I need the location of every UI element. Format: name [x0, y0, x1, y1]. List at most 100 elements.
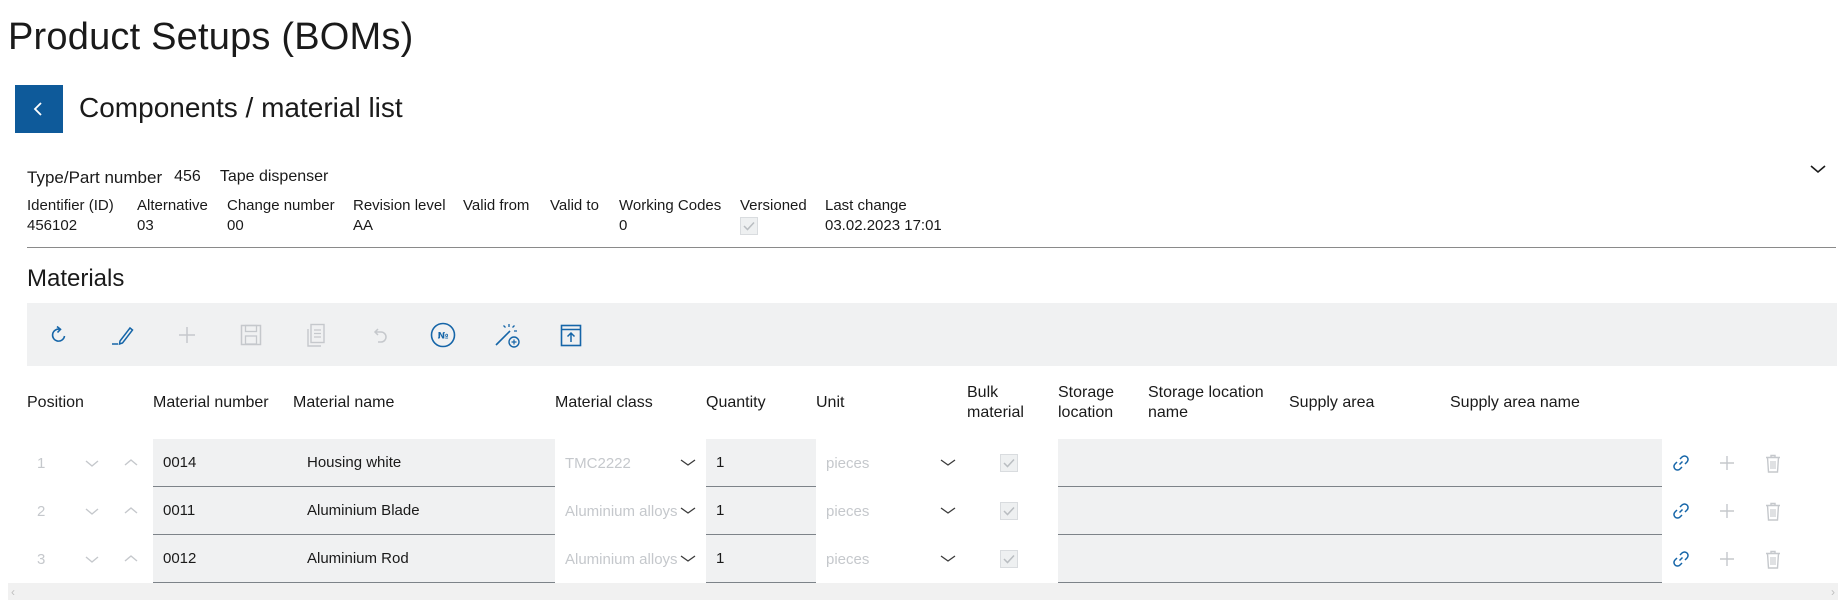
col-storage-location-name[interactable]: Storage location name: [1148, 383, 1264, 423]
chevron-left-icon: [33, 102, 42, 116]
meta-value: AA: [353, 217, 374, 234]
part-label: Type/Part number: [27, 168, 163, 187]
material-number-value: 0014: [163, 454, 197, 471]
copy-button[interactable]: [300, 320, 330, 350]
meta-working-codes: Working Codes 0: [619, 197, 721, 234]
meta-valid-to: Valid to: [550, 197, 599, 217]
unit-chevron-icon[interactable]: [937, 548, 959, 570]
material-class-chevron-icon[interactable]: [677, 500, 699, 522]
meta-identifier: Identifier (ID) 456102: [27, 197, 114, 234]
move-up-icon[interactable]: [120, 548, 142, 570]
storage-location-field[interactable]: [1058, 535, 1662, 583]
part-name: Tape dispenser: [219, 168, 329, 185]
unit-chevron-icon[interactable]: [937, 452, 959, 474]
scroll-left-arrow-icon[interactable]: ‹: [11, 585, 15, 599]
move-down-icon[interactable]: [81, 452, 103, 474]
col-material-number[interactable]: Material number: [153, 393, 269, 413]
copy-icon: [307, 323, 325, 347]
col-material-class[interactable]: Material class: [555, 393, 653, 413]
section-subtitle: Components / material list: [79, 92, 403, 123]
bulk-material-checkbox: [998, 452, 1020, 474]
storage-location-field[interactable]: [1058, 439, 1662, 487]
meta-alternative: Alternative 03: [137, 197, 208, 234]
link-icon[interactable]: [1670, 500, 1692, 522]
position-value: 3: [37, 550, 46, 568]
meta-change-number: Change number 00: [227, 197, 335, 234]
meta-label: Valid from: [463, 197, 530, 214]
material-number-value: 0012: [163, 550, 197, 567]
unit-value: pieces: [826, 502, 870, 520]
link-icon[interactable]: [1670, 548, 1692, 570]
refresh-button[interactable]: [44, 320, 74, 350]
move-down-icon[interactable]: [81, 548, 103, 570]
add-row-icon[interactable]: [1716, 452, 1738, 474]
material-class-chevron-icon[interactable]: [677, 548, 699, 570]
material-name-field[interactable]: Aluminium Blade: [293, 487, 555, 535]
position-cell: 1: [27, 439, 67, 487]
quantity-field[interactable]: 1: [706, 535, 816, 583]
materials-title: Materials: [27, 265, 125, 292]
horizontal-scrollbar[interactable]: ‹ ›: [8, 583, 1838, 600]
meta-label: Valid to: [550, 197, 599, 214]
storage-location-field[interactable]: [1058, 487, 1662, 535]
meta-value: 0: [619, 217, 628, 234]
material-name-value: Housing white: [307, 454, 402, 471]
magic-wand-add-button[interactable]: [492, 320, 522, 350]
col-storage-location[interactable]: Storage location: [1058, 383, 1114, 423]
save-icon: [240, 324, 262, 346]
add-row-icon[interactable]: [1716, 548, 1738, 570]
meta-label: Alternative: [137, 197, 208, 214]
delete-icon[interactable]: [1762, 548, 1784, 570]
col-storage-location-name-line1: Storage location: [1148, 384, 1264, 401]
add-button[interactable]: [172, 320, 202, 350]
material-number-field[interactable]: 0014: [153, 439, 293, 487]
col-material-name[interactable]: Material name: [293, 393, 394, 413]
link-icon[interactable]: [1670, 452, 1692, 474]
meta-label: Identifier (ID): [27, 197, 114, 214]
quantity-field[interactable]: 1: [706, 487, 816, 535]
delete-icon[interactable]: [1762, 452, 1784, 474]
add-row-icon[interactable]: [1716, 500, 1738, 522]
material-name-field[interactable]: Housing white: [293, 439, 555, 487]
meta-value: 03.02.2023 17:01: [825, 217, 942, 234]
meta-versioned: Versioned: [740, 197, 807, 235]
col-supply-area-name[interactable]: Supply area name: [1450, 393, 1580, 413]
material-name-value: Aluminium Rod: [307, 550, 409, 567]
undo-button[interactable]: [364, 320, 394, 350]
meta-label: Working Codes: [619, 197, 722, 214]
table-row: 2 0011 Aluminium Blade Aluminium alloys …: [27, 487, 1812, 535]
meta-value: 03: [137, 217, 154, 234]
meta-last-change: Last change 03.02.2023 17:01: [825, 197, 942, 234]
position-cell: 3: [27, 535, 67, 583]
material-name-value: Aluminium Blade: [307, 502, 420, 519]
col-bulk-material[interactable]: Bulk material: [967, 383, 1024, 423]
export-button[interactable]: [556, 320, 586, 350]
undo-icon: [373, 328, 387, 343]
move-up-icon[interactable]: [120, 500, 142, 522]
unit-chevron-icon[interactable]: [937, 500, 959, 522]
material-name-field[interactable]: Aluminium Rod: [293, 535, 555, 583]
bulk-material-checkbox: [998, 548, 1020, 570]
col-position[interactable]: Position: [27, 393, 84, 413]
back-button[interactable]: [15, 85, 63, 133]
col-quantity[interactable]: Quantity: [706, 393, 766, 413]
col-supply-area[interactable]: Supply area: [1289, 393, 1374, 413]
materials-toolbar: №: [27, 303, 1837, 366]
material-class-value: TMC2222: [565, 454, 631, 472]
numbering-button[interactable]: №: [428, 320, 458, 350]
add-icon: [179, 327, 195, 343]
scroll-right-arrow-icon[interactable]: ›: [1831, 585, 1835, 599]
col-unit[interactable]: Unit: [816, 393, 844, 413]
collapse-chevron-icon[interactable]: [1807, 158, 1829, 180]
material-number-field[interactable]: 0012: [153, 535, 293, 583]
delete-icon[interactable]: [1762, 500, 1784, 522]
material-class-chevron-icon[interactable]: [677, 452, 699, 474]
move-up-icon[interactable]: [120, 452, 142, 474]
quantity-field[interactable]: 1: [706, 439, 816, 487]
move-down-icon[interactable]: [81, 500, 103, 522]
save-button[interactable]: [236, 320, 266, 350]
edit-button[interactable]: [108, 320, 138, 350]
meta-label: Versioned: [740, 197, 807, 214]
col-bulk-material-line1: Bulk: [967, 384, 999, 401]
material-number-field[interactable]: 0011: [153, 487, 293, 535]
